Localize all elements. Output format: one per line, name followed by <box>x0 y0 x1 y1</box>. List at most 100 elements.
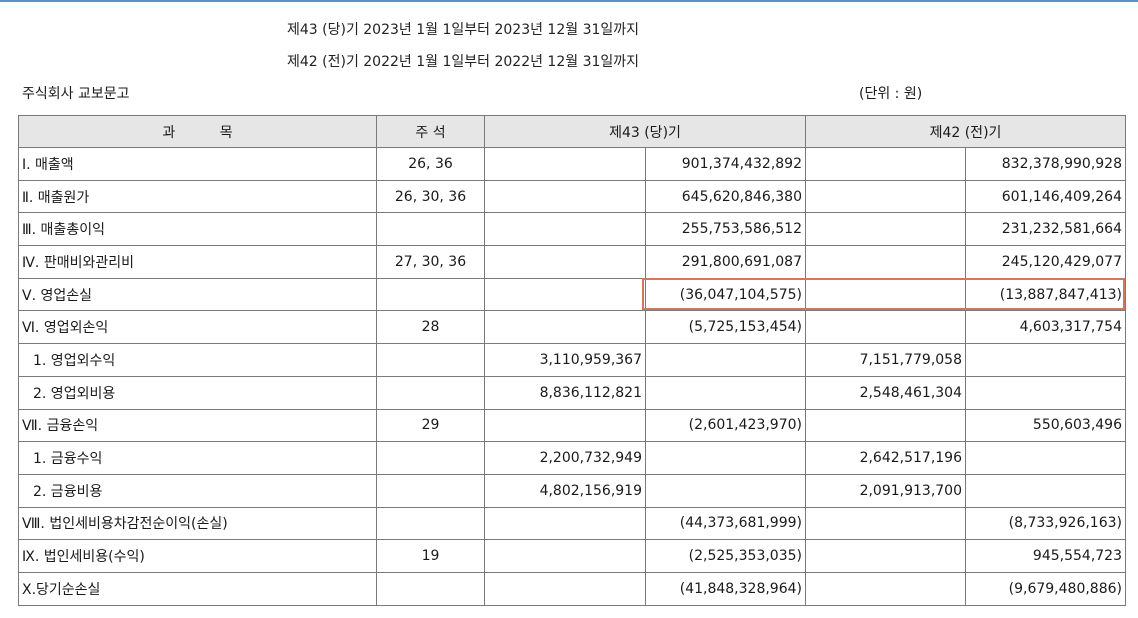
row-note <box>376 212 485 247</box>
row-prior-sub <box>805 506 966 541</box>
row-current-sub <box>484 571 646 606</box>
row-current-sub <box>484 212 646 247</box>
row-current-total: 255,753,586,512 <box>645 212 806 247</box>
row-note <box>376 506 485 541</box>
row-current-total <box>645 473 806 508</box>
row-current-total: (2,525,353,035) <box>645 539 806 573</box>
row-item-label: Ⅴ. 영업손실 <box>18 277 377 312</box>
row-note <box>376 441 485 475</box>
row-prior-total: 832,378,990,928 <box>965 147 1126 181</box>
row-current-sub <box>484 147 646 181</box>
table-header-row: 과 목 주 석 제43 (당)기 제42 (전)기 <box>18 115 1126 148</box>
row-item-label: Ⅸ. 법인세비용(수익) <box>18 539 377 573</box>
row-current-total: 291,800,691,087 <box>645 245 806 279</box>
row-current-sub: 2,200,732,949 <box>484 441 646 475</box>
row-prior-sub: 7,151,779,058 <box>805 343 966 377</box>
row-item-label: Ⅰ. 매출액 <box>18 147 377 181</box>
row-note <box>376 277 485 312</box>
row-item-label: Ⅲ. 매출총이익 <box>18 212 377 247</box>
table-row: Ⅴ. 영업손실 (36,047,104,575) (13,887,847,413) <box>18 277 1126 312</box>
row-prior-total: 550,603,496 <box>965 408 1126 443</box>
row-current-sub <box>484 277 646 312</box>
row-prior-total: (8,733,926,163) <box>965 506 1126 541</box>
row-note <box>376 343 485 377</box>
row-current-total: (2,601,423,970) <box>645 408 806 443</box>
row-item-label: 1. 금융수익 <box>18 441 377 475</box>
row-note: 26, 36 <box>376 147 485 181</box>
row-prior-total: 945,554,723 <box>965 539 1126 573</box>
row-prior-sub: 2,091,913,700 <box>805 473 966 508</box>
table-row: Ⅳ. 판매비와관리비 27, 30, 36 291,800,691,087 245,1… <box>18 245 1126 279</box>
table-row: 2. 영업외비용 8,836,112,821 2,548,461,304 <box>18 375 1126 410</box>
row-prior-total <box>965 473 1126 508</box>
row-current-sub: 4,802,156,919 <box>484 473 646 508</box>
table-row: Ⅹ.당기순손실 (41,848,328,964) (9,679,480,886) <box>18 571 1126 606</box>
row-current-total: 645,620,846,380 <box>645 179 806 214</box>
table-row: 1. 영업외수익 3,110,959,367 7,151,779,058 <box>18 343 1126 377</box>
row-item-label: Ⅷ. 법인세비용차감전순이익(손실) <box>18 506 377 541</box>
row-item-label: Ⅱ. 매출원가 <box>18 179 377 214</box>
row-item-label: 1. 영업외수익 <box>18 343 377 377</box>
row-prior-sub <box>805 147 966 181</box>
row-current-total: (36,047,104,575) <box>645 277 806 312</box>
row-prior-total: (9,679,480,886) <box>965 571 1126 606</box>
row-current-sub <box>484 539 646 573</box>
row-current-sub: 3,110,959,367 <box>484 343 646 377</box>
row-current-sub <box>484 506 646 541</box>
income-statement-table: 과 목 주 석 제43 (당)기 제42 (전)기 Ⅰ. 매출액 26, 36 90… <box>18 115 1126 606</box>
table-row: Ⅰ. 매출액 26, 36 901,374,432,892 832,378,990,9… <box>18 147 1126 181</box>
row-current-total <box>645 375 806 410</box>
row-prior-total: 4,603,317,754 <box>965 310 1126 345</box>
row-prior-total: 231,232,581,664 <box>965 212 1126 247</box>
row-prior-sub <box>805 245 966 279</box>
row-prior-total: 601,146,409,264 <box>965 179 1126 214</box>
row-prior-sub <box>805 277 966 312</box>
table-row: Ⅲ. 매출총이익 255,753,586,512 231,232,581,664 <box>18 212 1126 247</box>
row-note <box>376 473 485 508</box>
table-row: 1. 금융수익 2,200,732,949 2,642,517,196 <box>18 441 1126 475</box>
unit-label: (단위 : 원) <box>859 86 923 102</box>
row-prior-sub <box>805 310 966 345</box>
col-header-note: 주 석 <box>376 115 485 148</box>
company-name: 주식회사 교보문고 <box>22 86 130 102</box>
row-prior-sub <box>805 571 966 606</box>
period-current: 제43 (당)기 2023년 1월 1일부터 2023년 12월 31일까지 <box>287 22 640 38</box>
table-row: Ⅸ. 법인세비용(수익) 19 (2,525,353,035) 945,554,723 <box>18 539 1126 573</box>
row-current-total: 901,374,432,892 <box>645 147 806 181</box>
row-prior-sub <box>805 179 966 214</box>
row-current-sub <box>484 179 646 214</box>
row-current-total: (41,848,328,964) <box>645 571 806 606</box>
row-prior-total <box>965 343 1126 377</box>
row-note: 19 <box>376 539 485 573</box>
row-item-label: Ⅳ. 판매비와관리비 <box>18 245 377 279</box>
row-note <box>376 571 485 606</box>
row-prior-sub <box>805 212 966 247</box>
row-prior-sub: 2,642,517,196 <box>805 441 966 475</box>
row-prior-sub <box>805 539 966 573</box>
row-note: 27, 30, 36 <box>376 245 485 279</box>
row-current-sub <box>484 310 646 345</box>
col-header-prior: 제42 (전)기 <box>805 115 1126 148</box>
row-prior-sub <box>805 408 966 443</box>
row-item-label: Ⅶ. 금융손익 <box>18 408 377 443</box>
row-note: 28 <box>376 310 485 345</box>
row-note <box>376 375 485 410</box>
row-current-sub <box>484 245 646 279</box>
row-item-label: Ⅵ. 영업외손익 <box>18 310 377 345</box>
row-current-total: (44,373,681,999) <box>645 506 806 541</box>
row-prior-sub: 2,548,461,304 <box>805 375 966 410</box>
row-item-label: 2. 영업외비용 <box>18 375 377 410</box>
table-row: Ⅵ. 영업외손익 28 (5,725,153,454) 4,603,317,754 <box>18 310 1126 345</box>
row-item-label: Ⅹ.당기순손실 <box>18 571 377 606</box>
table-row: Ⅱ. 매출원가 26, 30, 36 645,620,846,380 601,146,… <box>18 179 1126 214</box>
row-prior-total: 245,120,429,077 <box>965 245 1126 279</box>
col-header-current: 제43 (당)기 <box>484 115 806 148</box>
row-note: 26, 30, 36 <box>376 179 485 214</box>
row-prior-total <box>965 375 1126 410</box>
col-header-item: 과 목 <box>18 115 377 148</box>
row-item-label: 2. 금융비용 <box>18 473 377 508</box>
row-current-total <box>645 343 806 377</box>
row-prior-total: (13,887,847,413) <box>965 277 1126 312</box>
row-current-sub: 8,836,112,821 <box>484 375 646 410</box>
period-prior: 제42 (전)기 2022년 1월 1일부터 2022년 12월 31일까지 <box>287 54 640 70</box>
